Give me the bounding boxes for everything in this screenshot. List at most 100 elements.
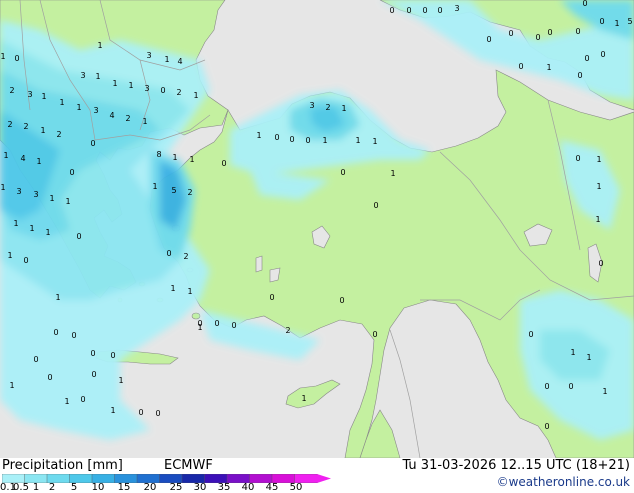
precip-value-label: 1 <box>187 287 192 296</box>
precip-value-label: 2 <box>9 86 14 95</box>
precip-value-label: 0 <box>577 71 582 80</box>
precip-value-label: 0 <box>90 139 95 148</box>
scale-tick-label: 5 <box>70 482 78 493</box>
precip-value-label: 1 <box>65 197 70 206</box>
precip-value-label: 0 <box>138 408 143 417</box>
map-title: Precipitation [mm] <box>2 458 123 473</box>
precip-value-label: 0 <box>518 62 523 71</box>
precip-value-label: 2 <box>125 114 130 123</box>
precip-value-label: 0 <box>584 54 589 63</box>
precip-value-label: 0 <box>373 201 378 210</box>
precip-value-label: 1 <box>41 92 46 101</box>
precip-value-label: 1 <box>189 155 194 164</box>
precip-value-label: 1 <box>142 117 147 126</box>
precip-value-label: 0 <box>568 382 573 391</box>
precip-value-label: 4 <box>20 154 25 163</box>
precip-value-label: 1 <box>596 155 601 164</box>
precip-value-label: 1 <box>602 387 607 396</box>
precip-value-label: 0 <box>23 256 28 265</box>
precip-value-label: 0 <box>269 293 274 302</box>
precip-value-label: 0 <box>389 6 394 15</box>
precip-value-label: 1 <box>341 104 346 113</box>
scale-tick-label: 1 <box>32 482 40 493</box>
precip-value-label: 3 <box>93 106 98 115</box>
precip-value-label: 1 <box>546 63 551 72</box>
precip-value-label: 1 <box>76 103 81 112</box>
precip-value-label: 0 <box>231 321 236 330</box>
precip-value-label: 0 <box>80 395 85 404</box>
precip-value-label: 3 <box>80 71 85 80</box>
precip-value-label: 0 <box>535 33 540 42</box>
precip-value-label: 0 <box>221 159 226 168</box>
precip-value-label: 8 <box>156 150 161 159</box>
precip-value-label: 0 <box>33 355 38 364</box>
precip-value-label: 1 <box>40 126 45 135</box>
credit-text[interactable]: ©weatheronline.co.uk <box>497 475 630 489</box>
precip-value-label: 0 <box>91 370 96 379</box>
precip-value-label: 2 <box>176 88 181 97</box>
precip-value-label: 1 <box>586 353 591 362</box>
precip-value-label: 2 <box>187 188 192 197</box>
precip-value-label: 1 <box>59 98 64 107</box>
precip-value-label: 0 <box>372 330 377 339</box>
precip-value-label: 0 <box>69 168 74 177</box>
precip-value-label: 1 <box>152 182 157 191</box>
precip-value-label: 1 <box>29 224 34 233</box>
precip-value-label: 1 <box>0 183 5 192</box>
precip-value-label: 0 <box>582 0 587 8</box>
scale-tick-label: 50 <box>289 482 303 493</box>
scale-tick-label: 2 <box>48 482 56 493</box>
precip-value-label: 0 <box>53 328 58 337</box>
precip-value-label: 0 <box>599 17 604 26</box>
precip-value-label: 1 <box>355 136 360 145</box>
precip-value-label: 0 <box>305 136 310 145</box>
precip-value-label: 0 <box>600 50 605 59</box>
map-footer: Precipitation [mm] ECMWF Tu 31-03-2026 1… <box>0 458 634 493</box>
precip-value-label: 1 <box>322 136 327 145</box>
precip-value-label: 1 <box>128 81 133 90</box>
precip-value-label: 2 <box>183 252 188 261</box>
lake-egirdir <box>255 255 263 273</box>
precip-value-label: 0 <box>90 349 95 358</box>
precip-value-label: 3 <box>454 4 459 13</box>
precip-value-label: 1 <box>595 215 600 224</box>
credit-link[interactable]: ©weatheronline.co.uk <box>497 475 630 489</box>
precip-value-label: 0 <box>575 154 580 163</box>
precip-value-label: 1 <box>9 381 14 390</box>
precip-value-label: 0 <box>598 259 603 268</box>
precip-value-label: 0 <box>340 168 345 177</box>
precip-value-label: 1 <box>7 251 12 260</box>
precip-value-label: 4 <box>109 111 114 120</box>
precip-value-label: 5 <box>627 17 632 26</box>
valid-time: Tu 31-03-2026 12..15 UTC (18+21) <box>402 458 630 473</box>
scale-arrow <box>317 474 331 483</box>
precip-value-label: 1 <box>55 293 60 302</box>
precip-value-label: 1 <box>49 194 54 203</box>
precip-value-label: 0 <box>547 28 552 37</box>
precip-value-label: 1 <box>95 72 100 81</box>
precip-value-label: 1 <box>3 151 8 160</box>
precip-value-label: 0 <box>76 232 81 241</box>
precip-value-label: 1 <box>0 52 5 61</box>
precip-value-label: 1 <box>172 153 177 162</box>
precip-value-label: 0 <box>422 6 427 15</box>
precip-value-label: 3 <box>309 101 314 110</box>
precip-value-label: 3 <box>27 90 32 99</box>
precip-value-label: 1 <box>64 397 69 406</box>
scale-tick-label: 40 <box>241 482 255 493</box>
precip-value-label: 1 <box>164 55 169 64</box>
precip-value-label: 0 <box>14 54 19 63</box>
precip-value-label: 5 <box>171 186 176 195</box>
precip-value-label: 2 <box>285 326 290 335</box>
precip-value-label: 1 <box>301 394 306 403</box>
precip-value-label: 0 <box>289 135 294 144</box>
map-panel: 0000300150000000010101314311130212311134… <box>0 0 634 493</box>
precip-value-label: 1 <box>112 79 117 88</box>
precip-value-label: 0 <box>160 86 165 95</box>
precip-value-label: 0 <box>544 382 549 391</box>
precip-value-label: 1 <box>110 406 115 415</box>
model-name: ECMWF <box>164 458 213 473</box>
precip-value-label: 1 <box>256 131 261 140</box>
precip-value-label: 1 <box>118 376 123 385</box>
precipitation-map[interactable]: 0 0 0 0 300 1 500 00 0000 101 013 1 43 11 1 3 0 2 12 3 111 34… <box>0 0 634 458</box>
